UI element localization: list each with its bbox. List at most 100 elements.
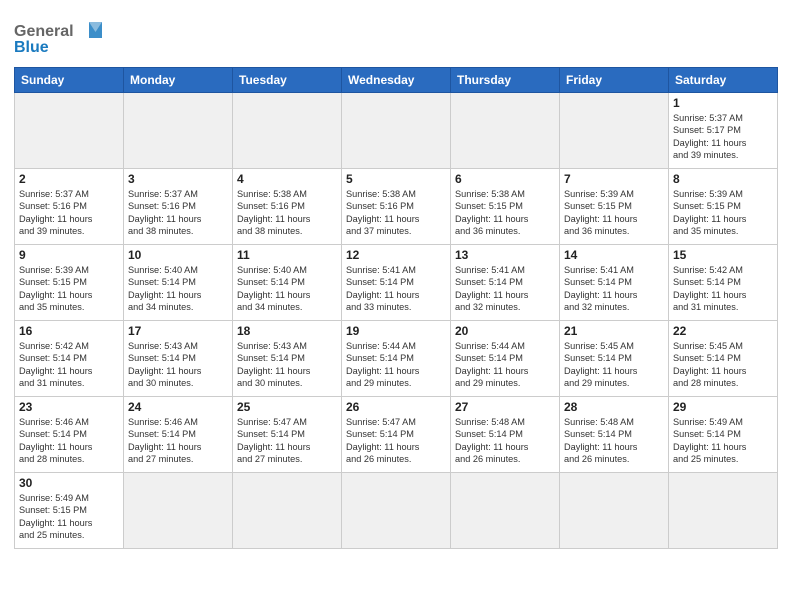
table-row [342,93,451,169]
day-number: 9 [19,248,119,262]
day-number: 19 [346,324,446,338]
day-number: 29 [673,400,773,414]
day-info: Sunrise: 5:45 AM Sunset: 5:14 PM Dayligh… [673,340,773,390]
weekday-header-row: Sunday Monday Tuesday Wednesday Thursday… [15,68,778,93]
day-number: 13 [455,248,555,262]
header-sunday: Sunday [15,68,124,93]
table-row [560,93,669,169]
table-row: 18 Sunrise: 5:43 AM Sunset: 5:14 PM Dayli… [233,321,342,397]
day-number: 6 [455,172,555,186]
table-row: 11 Sunrise: 5:40 AM Sunset: 5:14 PM Dayli… [233,245,342,321]
day-number: 2 [19,172,119,186]
logo-area: General Blue [14,10,104,59]
day-info: Sunrise: 5:37 AM Sunset: 5:17 PM Dayligh… [673,112,773,162]
table-row: 19 Sunrise: 5:44 AM Sunset: 5:14 PM Dayli… [342,321,451,397]
table-row [451,93,560,169]
table-row: 24Sunrise: 5:46 AM Sunset: 5:14 PM Dayli… [124,397,233,473]
svg-text:General: General [14,23,74,40]
day-info: Sunrise: 5:40 AM Sunset: 5:14 PM Dayligh… [237,264,337,314]
day-number: 1 [673,96,773,110]
table-row: 21Sunrise: 5:45 AM Sunset: 5:14 PM Dayli… [560,321,669,397]
table-row: 4Sunrise: 5:38 AM Sunset: 5:16 PM Daylig… [233,169,342,245]
day-number: 12 [346,248,446,262]
day-number: 27 [455,400,555,414]
day-info: Sunrise: 5:47 AM Sunset: 5:14 PM Dayligh… [346,416,446,466]
day-info: Sunrise: 5:43 AM Sunset: 5:14 PM Dayligh… [128,340,228,390]
day-info: Sunrise: 5:39 AM Sunset: 5:15 PM Dayligh… [19,264,119,314]
table-row: 20 Sunrise: 5:44 AM Sunset: 5:14 PM Dayli… [451,321,560,397]
day-info: Sunrise: 5:40 AM Sunset: 5:14 PM Dayligh… [128,264,228,314]
day-info: Sunrise: 5:48 AM Sunset: 5:14 PM Dayligh… [564,416,664,466]
table-row [451,473,560,549]
table-row: 8 Sunrise: 5:39 AM Sunset: 5:15 PM Daylig… [669,169,778,245]
table-row: 28 Sunrise: 5:48 AM Sunset: 5:14 PM Dayli… [560,397,669,473]
day-number: 18 [237,324,337,338]
table-row: 25Sunrise: 5:47 AM Sunset: 5:14 PM Dayli… [233,397,342,473]
table-row: 13Sunrise: 5:41 AM Sunset: 5:14 PM Dayli… [451,245,560,321]
day-info: Sunrise: 5:46 AM Sunset: 5:14 PM Dayligh… [19,416,119,466]
table-row: 7Sunrise: 5:39 AM Sunset: 5:15 PM Daylig… [560,169,669,245]
table-row: 6 Sunrise: 5:38 AM Sunset: 5:15 PM Daylig… [451,169,560,245]
day-number: 3 [128,172,228,186]
header: General Blue [14,10,778,59]
table-row [124,473,233,549]
day-info: Sunrise: 5:42 AM Sunset: 5:14 PM Dayligh… [673,264,773,314]
day-number: 10 [128,248,228,262]
table-row [15,93,124,169]
day-info: Sunrise: 5:41 AM Sunset: 5:14 PM Dayligh… [564,264,664,314]
table-row: 17 Sunrise: 5:43 AM Sunset: 5:14 PM Dayli… [124,321,233,397]
svg-text:Blue: Blue [14,39,49,54]
day-number: 8 [673,172,773,186]
table-row: 23 Sunrise: 5:46 AM Sunset: 5:14 PM Dayli… [15,397,124,473]
header-saturday: Saturday [669,68,778,93]
table-row [233,93,342,169]
page: General Blue Sunday Monday Tuesday Wedne… [0,0,792,559]
header-tuesday: Tuesday [233,68,342,93]
table-row: 12Sunrise: 5:41 AM Sunset: 5:14 PM Dayli… [342,245,451,321]
table-row [124,93,233,169]
day-number: 20 [455,324,555,338]
day-number: 17 [128,324,228,338]
table-row: 30 Sunrise: 5:49 AM Sunset: 5:15 PM Dayli… [15,473,124,549]
logo-text: General Blue [14,14,104,59]
day-info: Sunrise: 5:44 AM Sunset: 5:14 PM Dayligh… [346,340,446,390]
table-row: 16Sunrise: 5:42 AM Sunset: 5:14 PM Dayli… [15,321,124,397]
table-row: 2Sunrise: 5:37 AM Sunset: 5:16 PM Daylig… [15,169,124,245]
day-number: 11 [237,248,337,262]
day-number: 15 [673,248,773,262]
day-number: 23 [19,400,119,414]
day-info: Sunrise: 5:44 AM Sunset: 5:14 PM Dayligh… [455,340,555,390]
day-info: Sunrise: 5:42 AM Sunset: 5:14 PM Dayligh… [19,340,119,390]
table-row [233,473,342,549]
day-info: Sunrise: 5:49 AM Sunset: 5:14 PM Dayligh… [673,416,773,466]
day-info: Sunrise: 5:43 AM Sunset: 5:14 PM Dayligh… [237,340,337,390]
header-monday: Monday [124,68,233,93]
day-number: 5 [346,172,446,186]
day-info: Sunrise: 5:39 AM Sunset: 5:15 PM Dayligh… [564,188,664,238]
table-row: 1 Sunrise: 5:37 AM Sunset: 5:17 PM Daylig… [669,93,778,169]
day-number: 26 [346,400,446,414]
table-row [342,473,451,549]
day-info: Sunrise: 5:48 AM Sunset: 5:14 PM Dayligh… [455,416,555,466]
table-row: 15 Sunrise: 5:42 AM Sunset: 5:14 PM Dayli… [669,245,778,321]
day-number: 28 [564,400,664,414]
header-thursday: Thursday [451,68,560,93]
calendar-table: Sunday Monday Tuesday Wednesday Thursday… [14,67,778,549]
table-row: 26 Sunrise: 5:47 AM Sunset: 5:14 PM Dayli… [342,397,451,473]
day-info: Sunrise: 5:45 AM Sunset: 5:14 PM Dayligh… [564,340,664,390]
day-number: 14 [564,248,664,262]
day-info: Sunrise: 5:47 AM Sunset: 5:14 PM Dayligh… [237,416,337,466]
table-row [669,473,778,549]
day-info: Sunrise: 5:37 AM Sunset: 5:16 PM Dayligh… [128,188,228,238]
header-wednesday: Wednesday [342,68,451,93]
day-info: Sunrise: 5:46 AM Sunset: 5:14 PM Dayligh… [128,416,228,466]
day-number: 30 [19,476,119,490]
day-info: Sunrise: 5:38 AM Sunset: 5:15 PM Dayligh… [455,188,555,238]
day-info: Sunrise: 5:49 AM Sunset: 5:15 PM Dayligh… [19,492,119,542]
table-row: 29 Sunrise: 5:49 AM Sunset: 5:14 PM Dayli… [669,397,778,473]
day-info: Sunrise: 5:38 AM Sunset: 5:16 PM Dayligh… [346,188,446,238]
header-friday: Friday [560,68,669,93]
day-number: 4 [237,172,337,186]
day-info: Sunrise: 5:39 AM Sunset: 5:15 PM Dayligh… [673,188,773,238]
table-row: 27 Sunrise: 5:48 AM Sunset: 5:14 PM Dayli… [451,397,560,473]
